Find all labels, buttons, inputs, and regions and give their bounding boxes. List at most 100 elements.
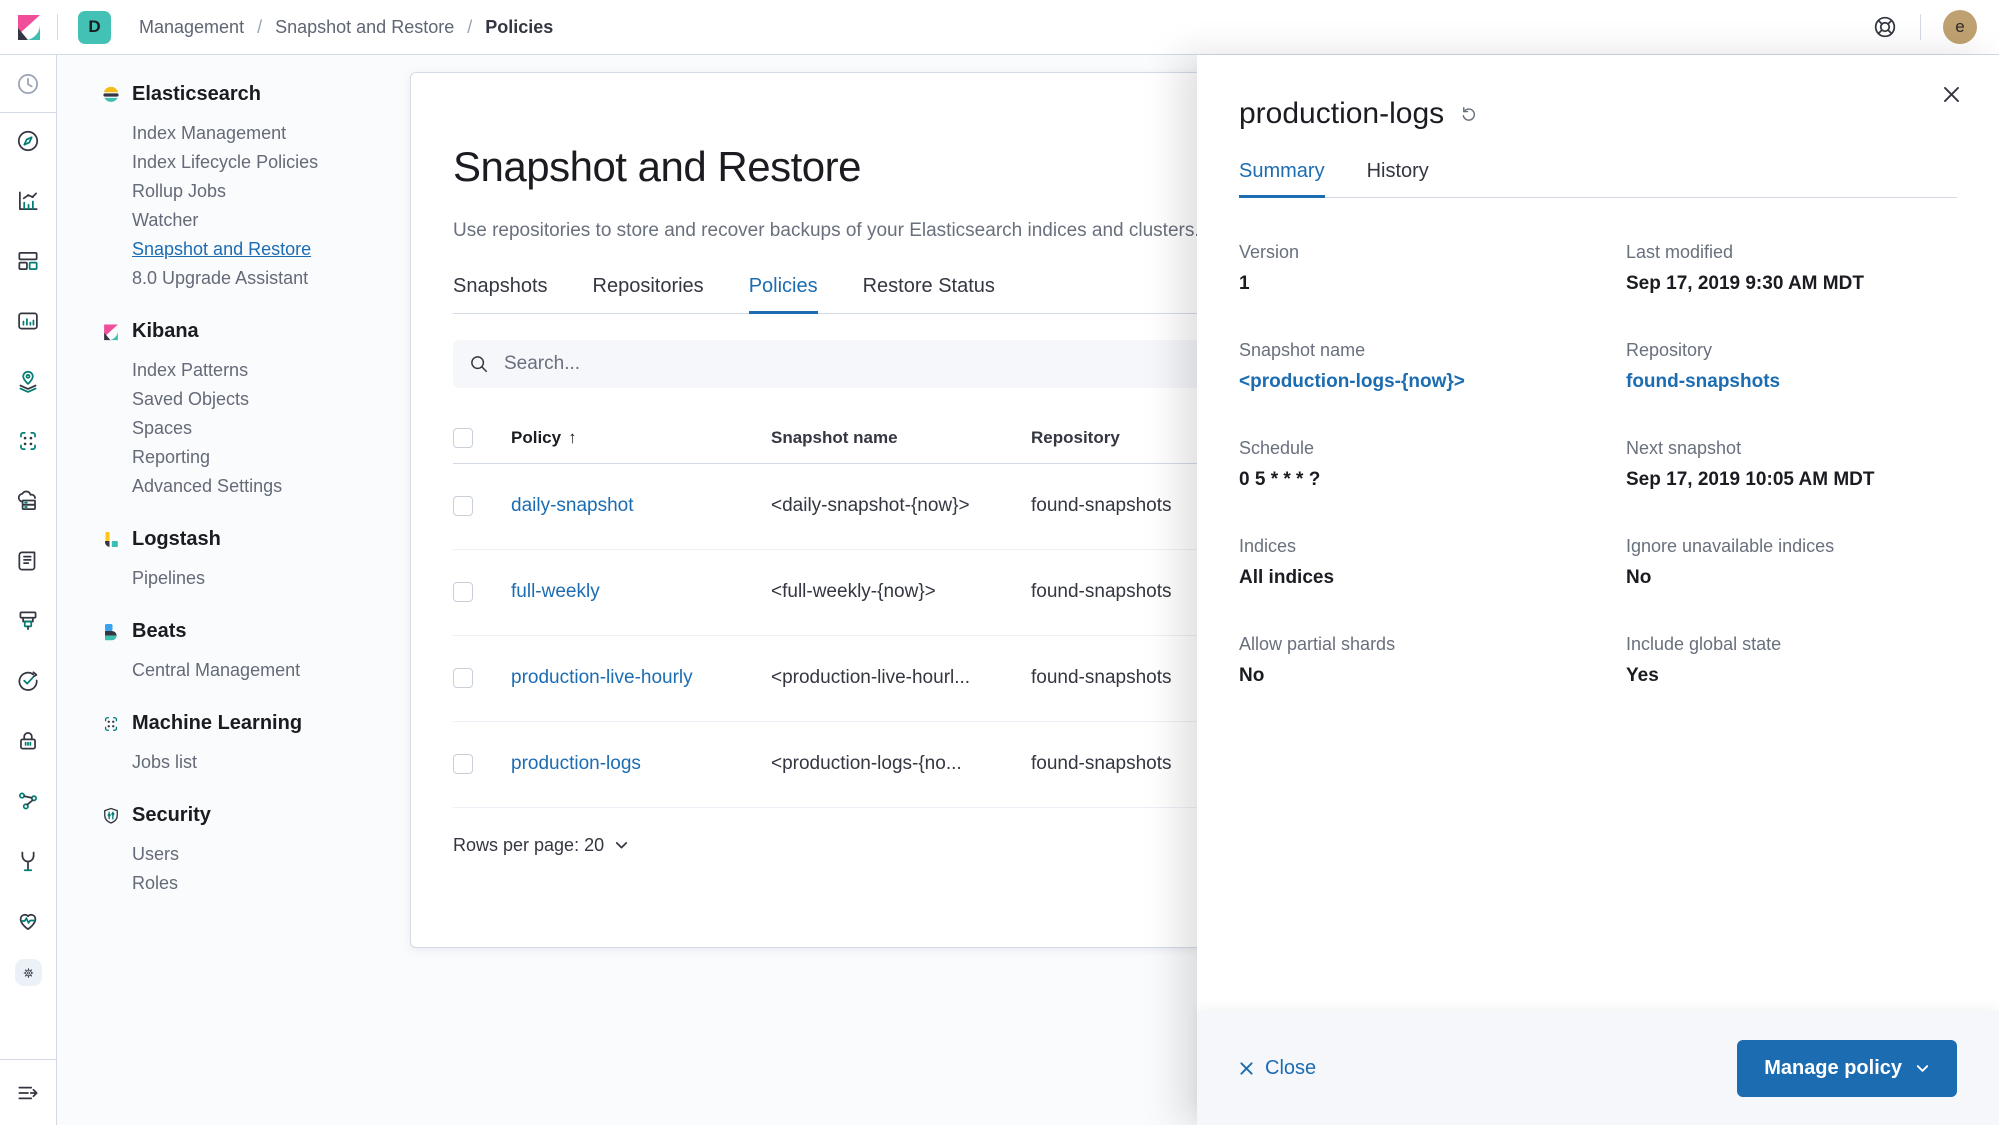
space-badge[interactable]: D	[78, 11, 111, 44]
policy-link[interactable]: daily-snapshot	[511, 495, 634, 516]
sidebar-item-upgrade-assistant[interactable]: 8.0 Upgrade Assistant	[132, 264, 403, 293]
policy-link[interactable]: full-weekly	[511, 581, 600, 602]
beats-logo-icon	[101, 622, 121, 642]
sidebar-item-saved-objects[interactable]: Saved Objects	[132, 385, 403, 414]
detail-next-snapshot: Next snapshot Sep 17, 2019 10:05 AM MDT	[1626, 438, 1957, 491]
close-icon	[1942, 85, 1961, 104]
nav-maps[interactable]	[15, 367, 42, 394]
sidebar-item-index-patterns[interactable]: Index Patterns	[132, 356, 403, 385]
nav-discover[interactable]	[15, 127, 42, 154]
row-checkbox[interactable]	[453, 582, 473, 602]
nav-metrics[interactable]	[15, 607, 42, 634]
snapshot-name-cell: <full-weekly-{now}>	[771, 581, 1031, 603]
close-flyout-link[interactable]: Close	[1239, 1057, 1316, 1080]
tab-restore-status[interactable]: Restore Status	[863, 275, 995, 313]
section-title: Security	[132, 804, 211, 827]
sidebar-item-central-management[interactable]: Central Management	[132, 656, 403, 685]
select-all-checkbox[interactable]	[453, 428, 473, 448]
row-checkbox[interactable]	[453, 496, 473, 516]
nav-stack-monitoring[interactable]	[15, 907, 42, 934]
sidebar-item-watcher[interactable]: Watcher	[132, 206, 403, 235]
reload-policy-button[interactable]	[1459, 105, 1478, 124]
column-header-policy[interactable]: Policy↑	[511, 428, 771, 448]
nav-siem[interactable]	[15, 727, 42, 754]
collapse-nav-button[interactable]	[15, 1079, 42, 1106]
collapse-arrow-icon	[15, 1080, 41, 1106]
sidebar-item-rollup-jobs[interactable]: Rollup Jobs	[132, 177, 403, 206]
flyout-close-button[interactable]	[1938, 81, 1965, 113]
sidebar-item-index-management[interactable]: Index Management	[132, 119, 403, 148]
row-checkbox[interactable]	[453, 668, 473, 688]
column-header-snapshot-name[interactable]: Snapshot name	[771, 428, 1031, 448]
canvas-icon	[15, 308, 41, 334]
detail-last-modified: Last modified Sep 17, 2019 9:30 AM MDT	[1626, 242, 1957, 295]
breadcrumb-snapshot-restore[interactable]: Snapshot and Restore	[275, 17, 454, 38]
sidebar-item-roles[interactable]: Roles	[132, 869, 403, 898]
sidebar-section-elasticsearch: Elasticsearch Index Management Index Lif…	[101, 83, 403, 293]
detail-ignore-unavailable: Ignore unavailable indices No	[1626, 536, 1957, 589]
nav-logs[interactable]	[15, 547, 42, 574]
breadcrumb-separator	[467, 17, 472, 38]
tab-snapshots[interactable]: Snapshots	[453, 275, 548, 313]
header-divider	[1920, 14, 1921, 40]
sidebar-item-snapshot-and-restore[interactable]: Snapshot and Restore	[132, 235, 403, 264]
snapshot-name-cell: <daily-snapshot-{now}>	[771, 495, 1031, 517]
kibana-logo[interactable]	[0, 11, 57, 43]
sidebar-item-users[interactable]: Users	[132, 840, 403, 869]
snapshot-name-link[interactable]: <production-logs-{now}>	[1239, 371, 1626, 393]
nav-infrastructure[interactable]	[15, 487, 42, 514]
sidebar-item-spaces[interactable]: Spaces	[132, 414, 403, 443]
sidebar-item-jobs-list[interactable]: Jobs list	[132, 748, 403, 777]
nav-management[interactable]	[15, 959, 42, 986]
breadcrumb: Management Snapshot and Restore Policies	[139, 17, 553, 38]
policy-link[interactable]: production-live-hourly	[511, 667, 693, 688]
help-button[interactable]	[1872, 14, 1898, 40]
nav-uptime[interactable]	[15, 667, 42, 694]
management-sidebar: Elasticsearch Index Management Index Lif…	[57, 55, 403, 1125]
policy-summary-details: Version 1 Last modified Sep 17, 2019 9:3…	[1239, 242, 1957, 687]
breadcrumb-management[interactable]: Management	[139, 17, 244, 38]
sidebar-section-logstash: Logstash Pipelines	[101, 528, 403, 593]
repository-link[interactable]: found-snapshots	[1626, 371, 1957, 393]
sidebar-item-advanced-settings[interactable]: Advanced Settings	[132, 472, 403, 501]
nav-canvas[interactable]	[15, 307, 42, 334]
dashboard-icon	[15, 248, 41, 274]
sidebar-item-reporting[interactable]: Reporting	[132, 443, 403, 472]
nav-dev-tools[interactable]	[15, 847, 42, 874]
header-divider	[57, 14, 58, 40]
metrics-icon	[15, 608, 41, 634]
help-icon	[1872, 14, 1898, 40]
tab-policies[interactable]: Policies	[749, 275, 818, 313]
detail-schedule: Schedule 0 5 * * * ?	[1239, 438, 1626, 491]
flyout-tab-history[interactable]: History	[1367, 160, 1429, 197]
sidebar-section-beats: Beats Central Management	[101, 620, 403, 685]
nav-machine-learning[interactable]	[15, 427, 42, 454]
sidebar-item-index-lifecycle-policies[interactable]: Index Lifecycle Policies	[132, 148, 403, 177]
wrench-icon	[15, 848, 41, 874]
flyout-tab-summary[interactable]: Summary	[1239, 160, 1325, 197]
policy-link[interactable]: production-logs	[511, 753, 641, 774]
nav-dashboard[interactable]	[15, 247, 42, 274]
machine-learning-icon	[15, 428, 41, 454]
detail-repository: Repository found-snapshots	[1626, 340, 1957, 393]
logs-icon	[15, 548, 41, 574]
sidebar-section-kibana: Kibana Index Patterns Saved Objects Spac…	[101, 320, 403, 501]
nav-apm[interactable]	[15, 787, 42, 814]
user-avatar[interactable]: e	[1943, 10, 1977, 44]
kibana-small-logo-icon	[101, 322, 121, 342]
manage-policy-button[interactable]: Manage policy	[1737, 1040, 1957, 1097]
section-title: Beats	[132, 620, 186, 643]
sidebar-item-pipelines[interactable]: Pipelines	[132, 564, 403, 593]
recently-viewed-button[interactable]	[15, 70, 42, 97]
clock-icon	[15, 71, 41, 97]
apm-nodes-icon	[15, 788, 41, 814]
policy-details-flyout: production-logs Summary History Version …	[1197, 55, 1999, 1125]
row-checkbox[interactable]	[453, 754, 473, 774]
detail-snapshot-name: Snapshot name <production-logs-{now}>	[1239, 340, 1626, 393]
nav-visualize[interactable]	[15, 187, 42, 214]
rows-per-page-selector[interactable]: Rows per page: 20	[453, 835, 630, 856]
gear-icon	[23, 960, 34, 986]
section-title: Machine Learning	[132, 712, 302, 735]
shield-icon	[101, 806, 121, 826]
tab-repositories[interactable]: Repositories	[593, 275, 704, 313]
